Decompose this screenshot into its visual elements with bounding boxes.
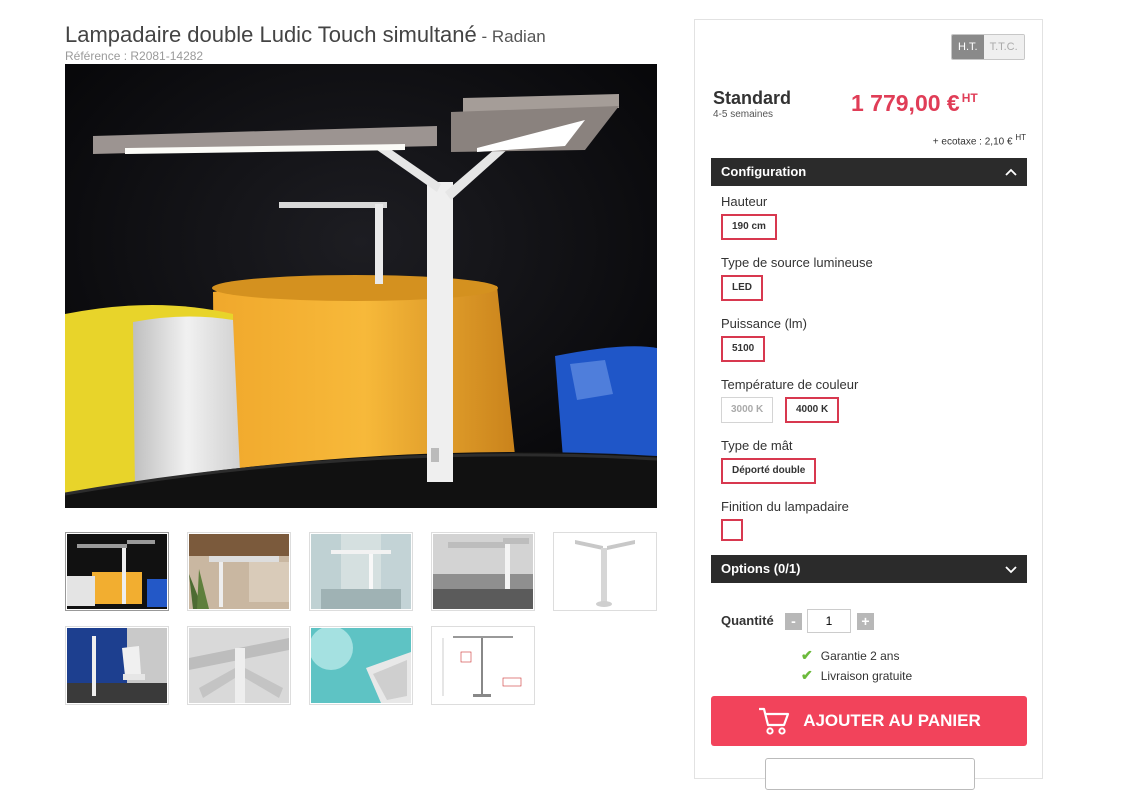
thumbnail-6[interactable] <box>65 626 169 705</box>
chevron-down-icon <box>1005 555 1017 593</box>
option-hauteur-190[interactable]: 190 cm <box>721 214 777 240</box>
product-name: Lampadaire double Ludic Touch simultané <box>65 22 477 47</box>
cart-icon <box>759 707 790 735</box>
option-mat-deporte-double[interactable]: Déporté double <box>721 458 817 484</box>
product-price: 1 779,00 € HT <box>851 90 978 117</box>
quantity-input[interactable] <box>807 609 851 633</box>
thumbnail-7[interactable] <box>187 626 291 705</box>
check-icon: ✔ <box>801 647 813 663</box>
price-suffix: HT <box>961 91 978 106</box>
option-temperature-4000[interactable]: 4000 K <box>785 397 840 423</box>
options-title: Options (0/1) <box>721 561 801 576</box>
thumbnail-5[interactable] <box>553 532 657 611</box>
option-finition-swatch[interactable] <box>721 519 743 541</box>
quantity-plus-button[interactable]: + <box>857 613 874 630</box>
feature-delivery: ✔ Livraison gratuite <box>801 667 912 684</box>
price-value: 1 779,00 € <box>851 90 960 116</box>
chevron-up-icon <box>1005 158 1017 196</box>
configuration-title: Configuration <box>721 164 807 179</box>
quantity-label: Quantité <box>721 613 774 628</box>
feature-delivery-text: Livraison gratuite <box>820 669 913 683</box>
thumbnail-9[interactable] <box>431 626 535 705</box>
options-header[interactable]: Options (0/1) <box>711 555 1027 583</box>
thumbnail-4[interactable] <box>431 532 535 611</box>
option-label-source: Type de source lumineuse <box>721 255 873 270</box>
thumbnail-8[interactable] <box>309 626 413 705</box>
option-label-hauteur: Hauteur <box>721 194 768 209</box>
thumbnail-image <box>189 628 289 703</box>
thumbnail-image <box>189 534 289 609</box>
check-icon: ✔ <box>801 667 813 683</box>
product-reference: Référence : R2081-14282 <box>65 49 204 63</box>
brand-separator: - <box>476 27 492 46</box>
ecotaxe-value: + ecotaxe : 2,10 € <box>932 136 1013 148</box>
thumbnail-3[interactable] <box>309 532 413 611</box>
feature-warranty-text: Garantie 2 ans <box>820 649 900 663</box>
ecotaxe-suffix: HT <box>1015 133 1026 142</box>
thumbnail-2[interactable] <box>187 532 291 611</box>
option-puissance-5100[interactable]: 5100 <box>721 336 766 362</box>
thumbnail-image <box>311 534 411 609</box>
toggle-ttc[interactable]: T.T.C. <box>983 35 1024 59</box>
toggle-ht[interactable]: H.T. <box>952 35 984 59</box>
offer-name: Standard <box>713 88 792 108</box>
add-to-cart-label: AJOUTER AU PANIER <box>803 711 981 730</box>
main-product-image[interactable] <box>65 64 657 508</box>
option-label-finition: Finition du lampadaire <box>721 499 849 514</box>
purchase-panel: H.T. T.T.C. Standard 4-5 semaines 1 779,… <box>694 19 1043 790</box>
brand-name: Radian <box>491 27 546 46</box>
option-label-temperature: Température de couleur <box>721 377 859 392</box>
lamp-photo <box>65 64 657 508</box>
delivery-delay: 4-5 semaines <box>713 109 774 120</box>
thumbnail-image <box>433 534 533 609</box>
thumbnail-image <box>555 534 655 609</box>
option-label-puissance: Puissance (lm) <box>721 316 807 331</box>
thumbnail-image <box>433 628 533 703</box>
configuration-header[interactable]: Configuration <box>711 158 1027 186</box>
thumbnail-image <box>67 628 167 703</box>
feature-warranty: ✔ Garantie 2 ans <box>801 647 899 664</box>
ecotaxe: + ecotaxe : 2,10 € HT <box>933 133 1026 147</box>
option-temperature-3000[interactable]: 3000 K <box>721 397 774 423</box>
quantity-minus-button[interactable]: - <box>785 613 802 630</box>
add-to-cart-button[interactable]: AJOUTER AU PANIER <box>711 696 1027 746</box>
option-source-led[interactable]: LED <box>721 275 763 301</box>
thumbnail-1[interactable] <box>65 532 169 611</box>
option-label-mat: Type de mât <box>721 438 793 453</box>
thumbnail-image <box>67 534 167 609</box>
thumbnail-image <box>311 628 411 703</box>
tax-toggle[interactable]: H.T. T.T.C. <box>951 34 1025 60</box>
product-title: Lampadaire double Ludic Touch simultané … <box>65 22 546 48</box>
